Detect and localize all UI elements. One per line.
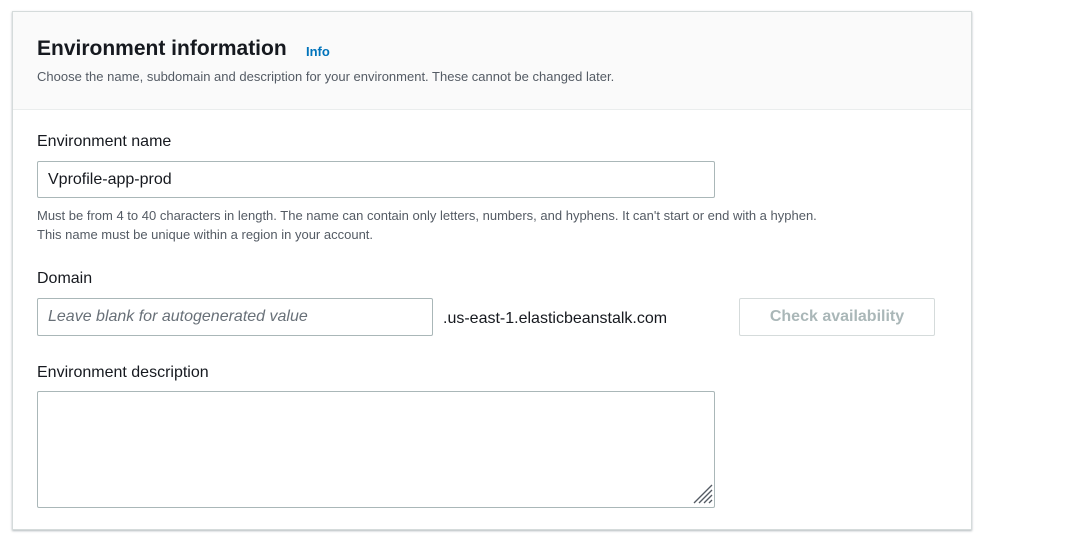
page-title: Environment information	[37, 37, 287, 60]
domain-label: Domain	[37, 270, 93, 287]
environment-name-hint: Must be from 4 to 40 characters in lengt…	[37, 206, 817, 244]
panel-description: Choose the name, subdomain and descripti…	[37, 69, 615, 84]
domain-suffix: .us-east-1.elasticbeanstalk.com	[443, 310, 668, 327]
environment-name-hint-line2: This name must be unique within a region…	[37, 227, 374, 242]
domain-input[interactable]	[37, 298, 433, 336]
environment-name-label: Environment name	[37, 133, 172, 150]
info-link[interactable]: Info	[306, 44, 330, 59]
environment-description-textarea[interactable]	[37, 391, 715, 508]
panel-header: Environment information Info Choose the …	[13, 12, 971, 110]
check-availability-button[interactable]: Check availability	[739, 298, 935, 336]
environment-description-label: Environment description	[37, 364, 209, 381]
environment-name-input[interactable]	[37, 161, 715, 198]
environment-name-hint-line1: Must be from 4 to 40 characters in lengt…	[37, 208, 817, 223]
resize-grip-icon[interactable]	[691, 482, 713, 504]
environment-information-panel: Environment information Info Choose the …	[12, 11, 972, 530]
